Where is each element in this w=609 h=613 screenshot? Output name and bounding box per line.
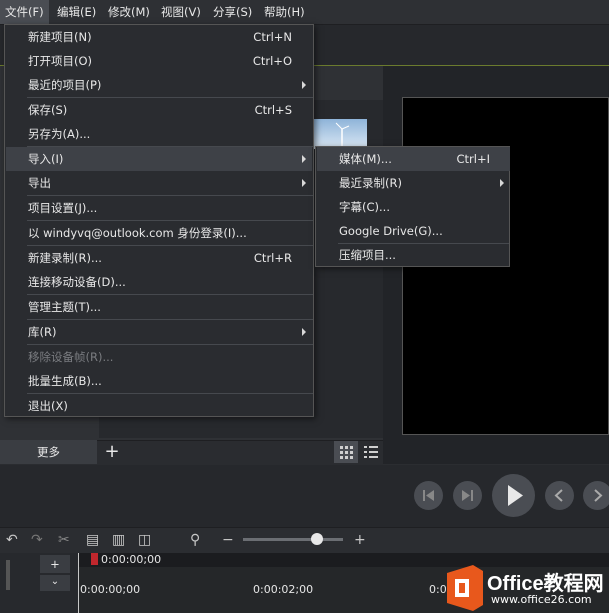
- ruler-start-label: 0:00:00;00: [80, 583, 141, 596]
- menu-view[interactable]: 视图(V): [156, 0, 206, 24]
- file-menu-dropdown: 新建项目(N) Ctrl+N 打开项目(O) Ctrl+O 最近的项目(P) 保存(…: [4, 24, 314, 417]
- step-forward-icon[interactable]: [453, 481, 482, 510]
- menu-item-project-settings[interactable]: 项目设置(J)...: [6, 196, 312, 220]
- submenu-arrow-icon: [302, 328, 306, 336]
- watermark: Office教程网 www.office26.com: [443, 563, 609, 613]
- more-button[interactable]: 更多: [0, 440, 97, 464]
- zoom-slider-handle[interactable]: [311, 533, 323, 545]
- zoom-icon: ⚲: [190, 532, 201, 548]
- menu-item-new-recording[interactable]: 新建录制(R)... Ctrl+R: [6, 246, 312, 270]
- undo-icon[interactable]: ↶: [6, 531, 18, 549]
- watermark-url: www.office26.com: [491, 593, 592, 606]
- redo-icon[interactable]: ↷: [31, 531, 43, 549]
- menu-item-exit[interactable]: 退出(X): [6, 394, 312, 418]
- submenu-arrow-icon: [302, 81, 306, 89]
- playhead-line: [78, 553, 79, 613]
- ruler-mid-label: 0:00:02;00: [253, 583, 314, 596]
- menu-item-import[interactable]: 导入(I): [6, 147, 312, 171]
- menu-item-save[interactable]: 保存(S) Ctrl+S: [6, 98, 312, 122]
- submenu-item-zipped-project[interactable]: 压缩项目...: [317, 243, 510, 267]
- menu-item-batch-produce[interactable]: 批量生成(B)...: [6, 369, 312, 393]
- next-icon[interactable]: [583, 481, 609, 510]
- menu-item-recent-projects[interactable]: 最近的项目(P): [6, 73, 312, 97]
- split-icon[interactable]: ◫: [138, 531, 151, 549]
- playhead-time: 0:00:00;00: [101, 553, 162, 566]
- track-slider[interactable]: [6, 560, 10, 590]
- menu-edit[interactable]: 编辑(E): [52, 0, 101, 24]
- submenu-arrow-icon: [302, 179, 306, 187]
- menu-help[interactable]: 帮助(H): [259, 0, 310, 24]
- submenu-item-captions[interactable]: 字幕(C)...: [317, 195, 510, 219]
- menu-modify[interactable]: 修改(M): [103, 0, 155, 24]
- zoom-out-icon[interactable]: −: [222, 531, 234, 549]
- grid-view-icon[interactable]: [334, 441, 358, 463]
- cut-icon[interactable]: ✂: [58, 531, 70, 549]
- submenu-arrow-icon: [302, 155, 306, 163]
- import-submenu: 媒体(M)... Ctrl+I 最近录制(R) 字幕(C)... Google D…: [315, 146, 510, 267]
- media-thumbnail[interactable]: [312, 119, 367, 149]
- submenu-item-google-drive[interactable]: Google Drive(G)...: [317, 219, 510, 243]
- list-view-icon[interactable]: [360, 441, 382, 463]
- previous-icon[interactable]: [545, 481, 574, 510]
- menu-item-connect-mobile[interactable]: 连接移动设备(D)...: [6, 270, 312, 294]
- menu-item-manage-themes[interactable]: 管理主题(T)...: [6, 295, 312, 319]
- menu-bar: 文件(F) 编辑(E) 修改(M) 视图(V) 分享(S) 帮助(H): [0, 0, 609, 25]
- menu-item-sign-in[interactable]: 以 windyvq@outlook.com 身份登录(I)...: [6, 221, 312, 245]
- submenu-item-recent-recordings[interactable]: 最近录制(R): [317, 171, 510, 195]
- menu-item-new-project[interactable]: 新建项目(N) Ctrl+N: [6, 25, 312, 49]
- submenu-arrow-icon: [500, 179, 504, 187]
- step-back-icon[interactable]: [414, 481, 443, 510]
- zoom-in-icon[interactable]: +: [354, 531, 366, 549]
- watermark-brand: Office教程网: [487, 573, 604, 595]
- add-track-icon[interactable]: +: [40, 555, 70, 573]
- paste-icon[interactable]: ▥: [112, 531, 125, 549]
- menu-item-library[interactable]: 库(R): [6, 320, 312, 344]
- menu-item-remove-device-frame: 移除设备帧(R)...: [28, 350, 114, 364]
- menu-item-save-as[interactable]: 另存为(A)...: [6, 122, 312, 146]
- submenu-item-media[interactable]: 媒体(M)... Ctrl+I: [317, 147, 510, 171]
- zoom-slider-track[interactable]: [243, 538, 343, 541]
- menu-file[interactable]: 文件(F): [0, 0, 49, 24]
- menu-item-export[interactable]: 导出: [6, 171, 312, 195]
- menu-share[interactable]: 分享(S): [208, 0, 257, 24]
- menu-item-open-project[interactable]: 打开项目(O) Ctrl+O: [6, 49, 312, 73]
- play-icon[interactable]: [492, 474, 535, 517]
- copy-icon[interactable]: ▤: [86, 531, 99, 549]
- add-button[interactable]: +: [100, 440, 124, 464]
- collapse-icon[interactable]: ⌄: [40, 575, 70, 591]
- wind-turbine-image: [335, 122, 350, 149]
- playhead-marker[interactable]: [91, 553, 98, 565]
